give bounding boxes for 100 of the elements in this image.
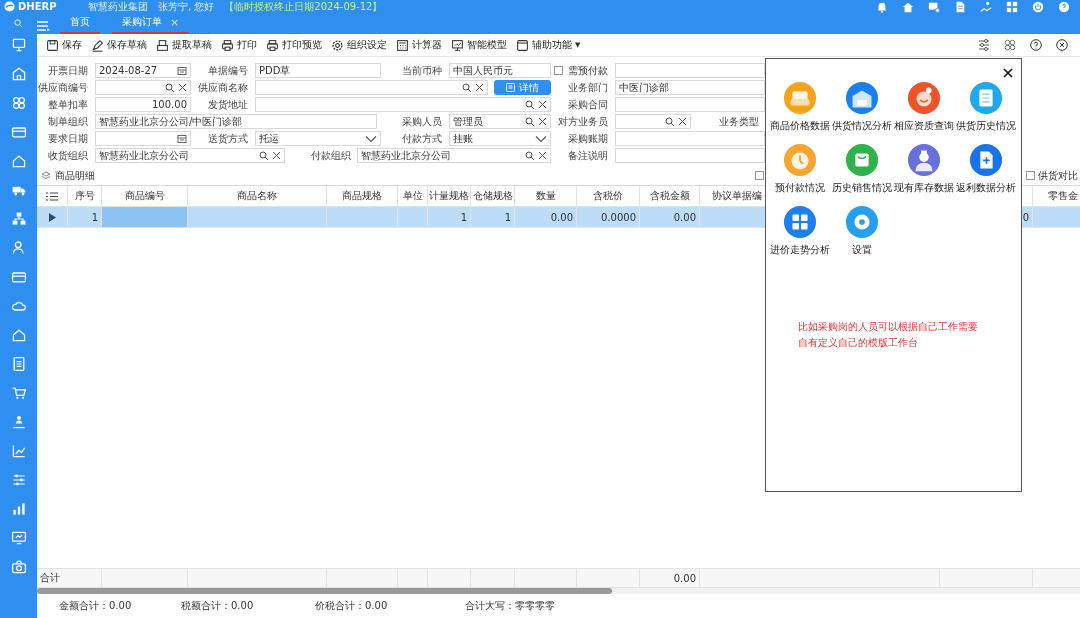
search-icon[interactable]: [165, 82, 175, 93]
document-icon: [506, 83, 515, 92]
search-icon[interactable]: [665, 116, 675, 127]
input-field[interactable]: 2024-08-27: [95, 63, 191, 78]
input-field[interactable]: [615, 131, 765, 146]
monitor-icon[interactable]: [928, 0, 940, 13]
clear-icon[interactable]: [538, 117, 547, 126]
checkbox[interactable]: [1026, 171, 1035, 180]
sliders-icon[interactable]: [10, 472, 27, 488]
shortcut-tile[interactable]: 供货历史情况: [955, 81, 1017, 133]
calendar-icon[interactable]: [177, 133, 187, 144]
field-label: 供应商名称: [197, 80, 249, 95]
search-icon[interactable]: [462, 82, 472, 93]
tray-icon: [156, 38, 169, 52]
input-field[interactable]: [255, 80, 488, 95]
clear-icon[interactable]: [538, 100, 547, 109]
document-icon[interactable]: [954, 0, 966, 13]
chevron-down-icon[interactable]: [365, 134, 377, 143]
shortcut-tile[interactable]: 相应资质查询: [893, 81, 955, 133]
toolbar-button[interactable]: 提取草稿: [156, 38, 212, 52]
table-cell: 1: [504, 211, 511, 223]
table-cell: 1: [91, 211, 98, 223]
input-field[interactable]: 托运: [255, 131, 381, 146]
input-field[interactable]: [615, 148, 765, 163]
note-text: 比如采购岗的人员可以根据自己工作需要 自有定义自己的模版工作台: [797, 320, 979, 350]
input-field[interactable]: 智慧药业北京分公司: [357, 148, 551, 163]
field-label: 业务类型: [718, 114, 759, 129]
toolbar-button[interactable]: 计算器: [396, 38, 442, 52]
search-icon[interactable]: [525, 116, 535, 127]
chevron-down-icon[interactable]: [535, 134, 547, 143]
input-field[interactable]: 中国人民币元: [449, 63, 551, 78]
help-icon[interactable]: [1030, 39, 1042, 51]
column-header: 计量规格: [428, 186, 471, 206]
field-label: 发货地址: [207, 97, 249, 112]
shortcut-tile[interactable]: 供货情况分析: [831, 81, 893, 133]
card-icon[interactable]: [10, 269, 27, 285]
clear-icon[interactable]: [272, 151, 281, 160]
toolbar-button[interactable]: 打印预览: [266, 38, 322, 52]
chart-icon[interactable]: [10, 443, 27, 459]
input-field[interactable]: [95, 80, 191, 95]
org-icon[interactable]: [10, 211, 27, 227]
grid-icon[interactable]: [1006, 0, 1018, 13]
input-field[interactable]: [255, 97, 551, 112]
people-icon[interactable]: [10, 414, 27, 430]
printer-icon: [266, 38, 279, 52]
power-icon[interactable]: [1032, 0, 1044, 13]
clear-icon[interactable]: [538, 151, 547, 160]
screen-icon[interactable]: [10, 530, 27, 546]
menu-icon[interactable]: [37, 21, 50, 31]
bars-icon[interactable]: [10, 501, 27, 517]
toolbar-button[interactable]: 保存: [46, 38, 82, 52]
person-icon[interactable]: [10, 240, 27, 256]
clover-icon[interactable]: [1004, 39, 1016, 51]
input-field[interactable]: 100.00: [95, 97, 191, 112]
input-field[interactable]: 挂账: [449, 131, 551, 146]
home-icon[interactable]: [10, 327, 27, 343]
toolbar-button[interactable]: 智能模型: [451, 38, 507, 52]
summary-text: 税额合计：0.00: [181, 599, 255, 613]
shortcut-tile[interactable]: 商品价格数据: [769, 81, 831, 133]
chart-icon[interactable]: [980, 0, 992, 13]
cart-icon[interactable]: [10, 385, 27, 401]
home-icon[interactable]: [902, 0, 914, 13]
scrollbar-thumb[interactable]: [37, 588, 612, 594]
bell-icon[interactable]: [876, 0, 888, 13]
toolbar-button[interactable]: 打印: [221, 38, 257, 52]
field-label: 付款组织: [310, 148, 351, 163]
clear-icon[interactable]: [678, 117, 687, 126]
input-field[interactable]: 智慧药业北京分公司: [95, 148, 285, 163]
field-label: 收货组织: [47, 148, 89, 163]
clover-icon[interactable]: [10, 95, 27, 111]
building-icon[interactable]: [10, 66, 27, 82]
sliders-icon[interactable]: [978, 39, 990, 51]
input-field[interactable]: [95, 131, 191, 146]
input-field[interactable]: [615, 97, 765, 112]
input-field[interactable]: PDD草: [255, 63, 381, 78]
search-icon[interactable]: [525, 150, 535, 161]
clear-icon[interactable]: [178, 83, 187, 92]
field-label: 整单扣率: [47, 97, 89, 112]
toolbar-button[interactable]: 组织设定: [331, 38, 387, 52]
checkbox[interactable]: [554, 66, 563, 75]
clear-icon[interactable]: [475, 83, 484, 92]
monitor-icon[interactable]: [10, 37, 27, 53]
home-icon[interactable]: [10, 153, 27, 169]
card-icon[interactable]: [10, 124, 27, 140]
input-field[interactable]: 智慧药业北京分公司/中医门诊部: [95, 114, 377, 129]
input-field[interactable]: [615, 63, 765, 78]
list-icon[interactable]: [46, 191, 58, 201]
input-field[interactable]: 中医门诊部: [615, 80, 765, 95]
input-field[interactable]: [615, 114, 691, 129]
shortcut-tile[interactable]: 返利数据分析: [955, 143, 1017, 195]
calendar-icon[interactable]: [177, 65, 187, 76]
search-icon[interactable]: [525, 99, 535, 110]
input-field[interactable]: 管理员: [449, 114, 551, 129]
toolbar-button[interactable]: 保存草稿: [91, 38, 147, 52]
camera-icon[interactable]: [10, 559, 27, 575]
field-label: 送货方式: [207, 131, 249, 146]
search-icon[interactable]: [259, 150, 269, 161]
field-label: 制单组织: [47, 114, 89, 129]
close-icon[interactable]: [1056, 39, 1068, 51]
checkbox[interactable]: [755, 171, 764, 180]
